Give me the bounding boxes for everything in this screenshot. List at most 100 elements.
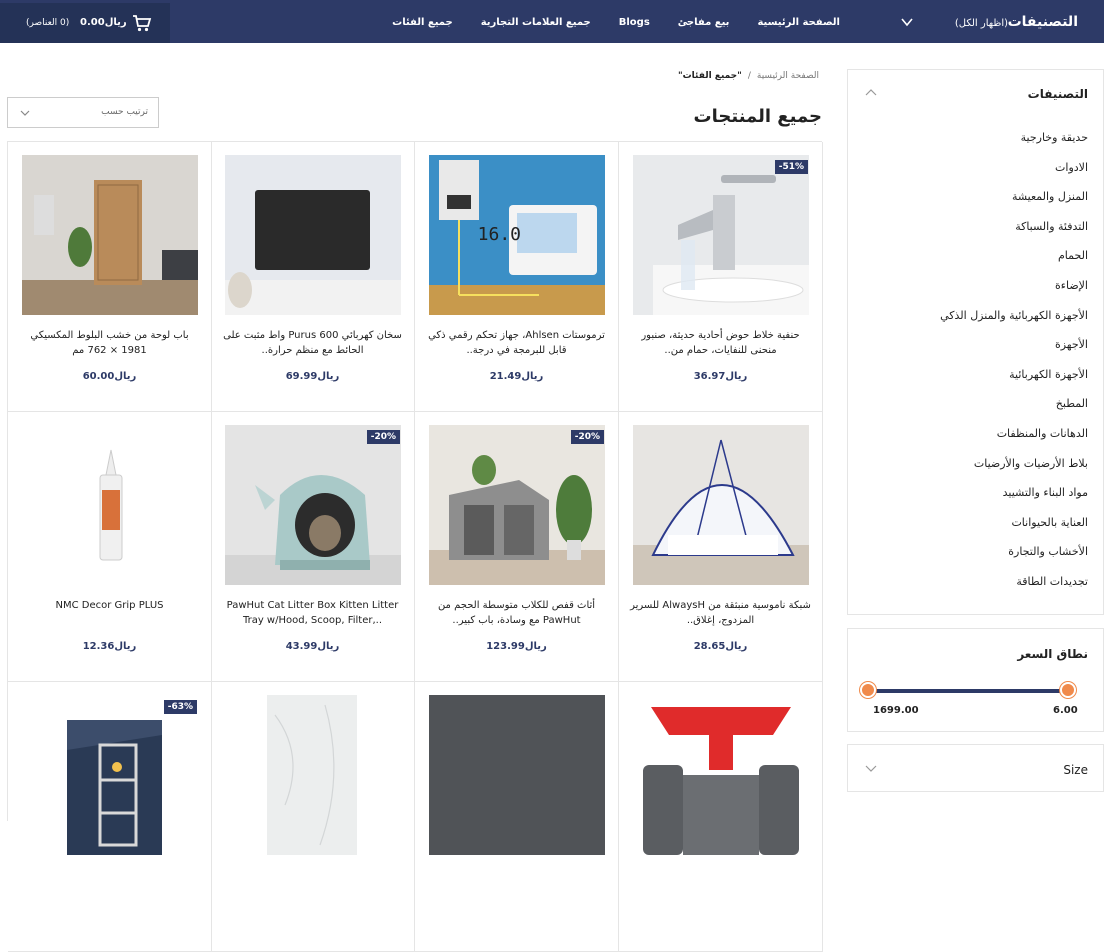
chevron-up-icon[interactable] (865, 88, 877, 96)
price-max-value: 1699.00 (873, 705, 919, 716)
sort-select-label: ترتيب حسب (101, 107, 148, 117)
product-name[interactable]: NMC Decor Grip PLUS (18, 598, 201, 630)
category-item[interactable]: التدفئة والسباكة (940, 219, 1088, 249)
product-card[interactable]: باب لوحة من خشب البلوط المكسيكي 1981 × 7… (8, 142, 212, 412)
price-slider-track[interactable] (868, 689, 1069, 693)
product-grid: 51%- حنفية خلاط حوض أحادية حديثة، صنبور … (7, 141, 823, 952)
top-navigation-bar: التصنيفات (اظهار الكل) الصفحة الرئيسية ب… (0, 0, 1104, 43)
product-card[interactable] (211, 682, 415, 952)
size-filter-title: Size (1063, 763, 1088, 777)
product-image-scaffold-tower[interactable] (22, 695, 198, 855)
product-image-marble-tile[interactable] (225, 695, 401, 855)
size-filter-panel[interactable]: Size (847, 744, 1104, 792)
category-item[interactable]: بلاط الأرضيات والأرضيات (940, 456, 1088, 486)
category-item[interactable]: تجديدات الطاقة (940, 574, 1088, 604)
svg-text:16.0: 16.0 (478, 224, 521, 245)
discount-badge: 63%- (163, 700, 197, 714)
product-image-heater[interactable] (225, 155, 401, 315)
categories-filter-panel: التصنيفات حديقة وخارجية الادوات المنزل و… (847, 69, 1104, 615)
product-image-valve[interactable] (633, 695, 809, 855)
product-card[interactable]: NMC Decor Grip PLUS ريال12.36 (8, 412, 212, 682)
cart-item-count: (0 العناصر) (26, 18, 70, 28)
product-image-litter-box[interactable] (225, 425, 401, 585)
product-image-carpet[interactable] (429, 695, 605, 855)
price-range-title: نطاق السعر (1017, 647, 1088, 661)
discount-badge: 20%- (570, 430, 604, 444)
product-card[interactable] (619, 682, 823, 952)
nav-all-brands[interactable]: جميع العلامات التجارية (467, 0, 605, 43)
product-name[interactable]: حنفية خلاط حوض أحادية حديثة، صنبور منحنى… (629, 328, 812, 360)
product-card[interactable] (415, 682, 619, 952)
product-price: ريال123.99 (486, 641, 547, 652)
category-item[interactable]: الأخشاب والتجارة (940, 544, 1088, 574)
product-name[interactable]: أثاث قفص للكلاب متوسطة الحجم من PawHut م… (425, 598, 608, 630)
price-slider-min-handle[interactable] (1060, 682, 1076, 698)
product-card[interactable]: شبكة ناموسية منبثقة من AlwaysH للسرير ال… (619, 412, 823, 682)
product-name[interactable]: ترموستات Ahlsen، جهاز تحكم رقمي ذكي قابل… (425, 328, 608, 360)
breadcrumb-home[interactable]: الصفحة الرئيسية (757, 71, 819, 81)
breadcrumb: الصفحة الرئيسية / "جميع الفئات" (678, 71, 819, 81)
category-item[interactable]: العناية بالحيوانات (940, 515, 1088, 545)
product-price: ريال69.99 (285, 371, 340, 382)
category-item[interactable]: الدهانات والمنظفات (940, 426, 1088, 456)
product-name[interactable] (18, 868, 201, 900)
breadcrumb-current: "جميع الفئات" (677, 71, 742, 81)
chevron-down-icon (865, 765, 877, 772)
main-nav: الصفحة الرئيسية بيع مفاجئ Blogs جميع الع… (378, 0, 854, 43)
category-item[interactable]: الأجهزة (940, 337, 1088, 367)
product-name[interactable] (221, 868, 404, 900)
product-card[interactable]: 63%- (8, 682, 212, 952)
category-item[interactable]: مواد البناء والتشييد (940, 485, 1088, 515)
product-price: ريال60.00 (82, 371, 137, 382)
category-list: حديقة وخارجية الادوات المنزل والمعيشة ال… (940, 130, 1088, 604)
price-range-panel: نطاق السعر 6.00 1699.00 (847, 628, 1104, 732)
category-item[interactable]: الأجهزة الكهربائية (940, 367, 1088, 397)
show-all-link[interactable]: (اظهار الكل) (955, 18, 1008, 29)
categories-panel-title: التصنيفات (1027, 87, 1088, 101)
price-min-value: 6.00 (1053, 705, 1078, 716)
category-item[interactable]: المنزل والمعيشة (940, 189, 1088, 219)
category-item[interactable]: الادوات (940, 160, 1088, 190)
product-name[interactable]: شبكة ناموسية منبثقة من AlwaysH للسرير ال… (629, 598, 812, 630)
sort-select[interactable]: ترتيب حسب (7, 97, 159, 128)
categories-title: التصنيفات (1007, 14, 1078, 30)
product-name[interactable] (629, 868, 812, 900)
product-card[interactable]: 51%- حنفية خلاط حوض أحادية حديثة، صنبور … (619, 142, 823, 412)
product-image-mosquito-net[interactable] (633, 425, 809, 585)
category-item[interactable]: الأجهزة الكهربائية والمنزل الذكي (940, 308, 1088, 338)
chevron-down-icon (901, 18, 913, 27)
category-item[interactable]: حديقة وخارجية (940, 130, 1088, 160)
product-image-thermostat[interactable]: 16.0 (429, 155, 605, 315)
categories-dropdown-toggle[interactable]: التصنيفات (اظهار الكل) (885, 3, 1104, 43)
category-item[interactable]: المطبخ (940, 396, 1088, 426)
product-card[interactable]: 20%- أثاث قفص للكلاب متوسطة الحجم من Paw… (415, 412, 619, 682)
price-slider-max-handle[interactable] (860, 682, 876, 698)
product-price: ريال36.97 (693, 371, 748, 382)
product-card[interactable]: 16.0 ترموستات Ahlsen، جهاز تحكم رقمي ذكي… (415, 142, 619, 412)
product-name[interactable] (425, 868, 608, 900)
cart-icon (133, 15, 152, 32)
product-image-door[interactable] (22, 155, 198, 315)
nav-all-categories[interactable]: جميع الفئات (378, 0, 467, 43)
product-image-dog-crate[interactable] (429, 425, 605, 585)
discount-badge: 20%- (366, 430, 400, 444)
cart-button[interactable]: ريال0.00 (0 العناصر) (0, 3, 170, 43)
product-image-faucet[interactable] (633, 155, 809, 315)
product-name[interactable]: PawHut Cat Litter Box Kitten Litter Tray… (221, 598, 404, 630)
category-item[interactable]: الإضاءة (940, 278, 1088, 308)
category-item[interactable]: الحمام (940, 248, 1088, 278)
product-card[interactable]: سخان كهربائي Purus 600 واط مثبت على الحا… (211, 142, 415, 412)
discount-badge: 51%- (774, 160, 808, 174)
nav-flash-sale[interactable]: بيع مفاجئ (664, 0, 744, 43)
product-image-adhesive-tube[interactable] (22, 425, 198, 585)
product-price: ريال28.65 (693, 641, 748, 652)
cart-amount: ريال0.00 (80, 17, 127, 28)
product-card[interactable]: 20%- PawHut Cat Litter Box Kitten Litter… (211, 412, 415, 682)
product-name[interactable]: سخان كهربائي Purus 600 واط مثبت على الحا… (221, 328, 404, 360)
product-price: ريال43.99 (285, 641, 340, 652)
product-price: ريال21.49 (489, 371, 544, 382)
nav-home[interactable]: الصفحة الرئيسية (743, 0, 854, 43)
product-name[interactable]: باب لوحة من خشب البلوط المكسيكي 1981 × 7… (18, 328, 201, 360)
nav-blogs[interactable]: Blogs (605, 0, 664, 43)
breadcrumb-separator: / (747, 71, 751, 81)
